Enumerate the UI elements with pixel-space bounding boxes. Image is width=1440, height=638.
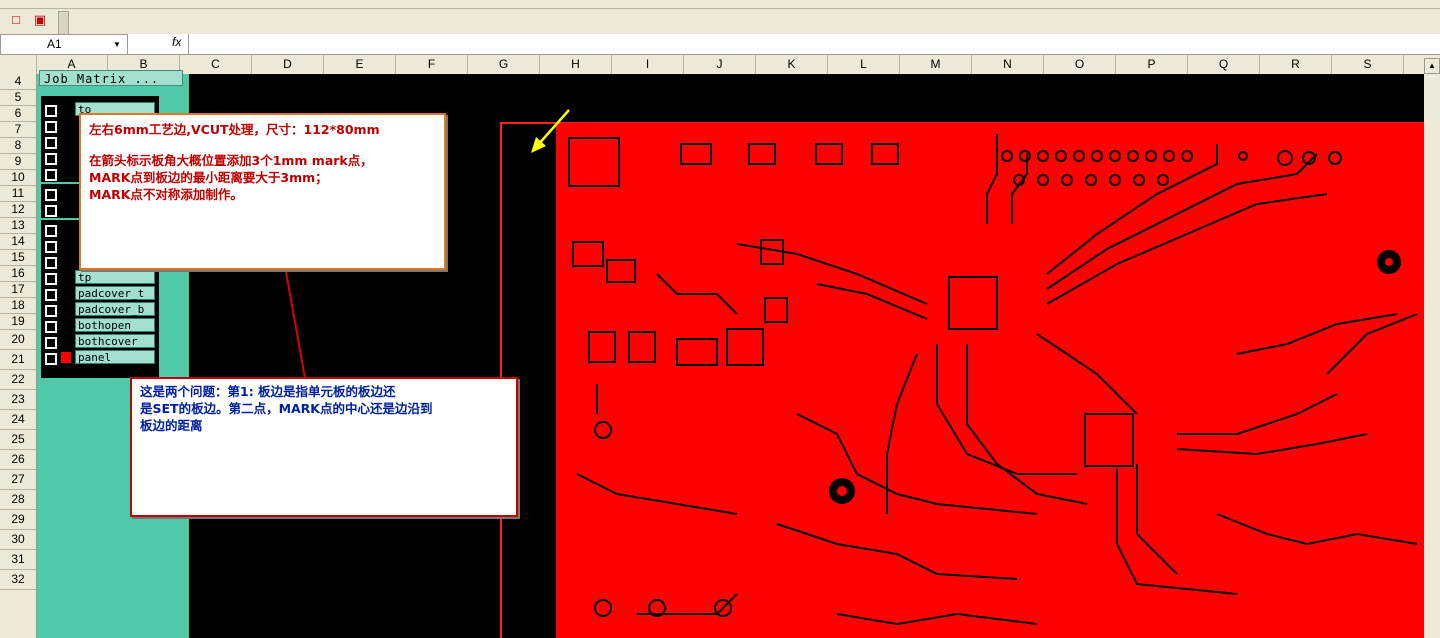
row-header-27[interactable]: 27 [0,470,36,490]
column-header-s[interactable]: S [1332,55,1404,74]
row-header-32[interactable]: 32 [0,570,36,590]
note-line: 左右6mm工艺边,VCUT处理，尺寸：112*80mm [89,122,380,137]
column-header-q[interactable]: Q [1188,55,1260,74]
pdf-icon[interactable]: □ [8,12,24,28]
row-header-21[interactable]: 21 [0,350,36,370]
note-line: 是SET的板边。第二点，MARK点的中心还是边沿到 [140,401,433,416]
vertical-scrollbar[interactable] [1424,74,1440,638]
note-line: MARK点不对称添加制作。 [89,187,243,202]
column-header-p[interactable]: P [1116,55,1188,74]
red-arrow [278,258,306,379]
column-header-k[interactable]: K [756,55,828,74]
row-header-18[interactable]: 18 [0,298,36,314]
column-header-c[interactable]: C [180,55,252,74]
row-header-11[interactable]: 11 [0,186,36,202]
note-line: 板边的距离 [140,418,203,433]
scroll-up-button[interactable]: ▲ [1424,58,1440,74]
select-all-corner[interactable] [0,55,37,74]
column-header-g[interactable]: G [468,55,540,74]
row-header-30[interactable]: 30 [0,530,36,550]
function-icon[interactable]: fx [172,35,181,49]
top-toolbar-strip [0,0,1440,9]
row-header-6[interactable]: 6 [0,106,36,122]
row-headers: 4 5 6 7 8 9 10 11 12 13 14 15 16 17 18 19 20 21 22 23 24 25 26… [0,74,37,638]
column-header-i[interactable]: I [612,55,684,74]
row-header-8[interactable]: 8 [0,138,36,154]
row-header-17[interactable]: 17 [0,282,36,298]
row-header-28[interactable]: 28 [0,490,36,510]
note-line: 这是两个问题：第1: 板边是指单元板的板边还 [140,384,396,399]
row-header-15[interactable]: 15 [0,250,36,266]
row-header-16[interactable]: 16 [0,266,36,282]
note-callout-requirements: 左右6mm工艺边,VCUT处理，尺寸：112*80mm 在箭头标示板角大概位置添… [79,113,446,270]
toolbar-options-button[interactable] [58,11,69,35]
formula-divider [188,34,189,54]
row-header-10[interactable]: 10 [0,170,36,186]
secondary-toolbar: □ ▣ [0,9,1440,34]
column-header-l[interactable]: L [828,55,900,74]
row-header-19[interactable]: 19 [0,314,36,330]
row-header-29[interactable]: 29 [0,510,36,530]
row-header-25[interactable]: 25 [0,430,36,450]
row-header-31[interactable]: 31 [0,550,36,570]
formula-bar[interactable] [0,34,1440,55]
row-header-9[interactable]: 9 [0,154,36,170]
row-header-24[interactable]: 24 [0,410,36,430]
row-header-13[interactable]: 13 [0,218,36,234]
chevron-down-icon[interactable]: ▼ [113,35,121,54]
column-header-o[interactable]: O [1044,55,1116,74]
row-header-4[interactable]: 4 [0,74,36,90]
row-header-26[interactable]: 26 [0,450,36,470]
column-header-j[interactable]: J [684,55,756,74]
row-header-7[interactable]: 7 [0,122,36,138]
name-box-value: A1 [47,37,62,51]
column-header-r[interactable]: R [1260,55,1332,74]
pdf-annotate-icon[interactable]: ▣ [32,12,48,28]
note-callout-questions: 这是两个问题：第1: 板边是指单元板的板边还 是SET的板边。第二点，MARK点… [130,377,518,517]
column-header-e[interactable]: E [324,55,396,74]
note-line: 在箭头标示板角大概位置添加3个1mm mark点， [89,153,373,168]
name-box[interactable]: A1 ▼ [0,34,128,55]
column-headers: ABCDEFGHIJKLMNOPQRS [0,55,1440,75]
column-header-m[interactable]: M [900,55,972,74]
column-header-h[interactable]: H [540,55,612,74]
note-line: MARK点到板边的最小距离要大于3mm； [89,170,328,185]
column-header-f[interactable]: F [396,55,468,74]
row-header-5[interactable]: 5 [0,90,36,106]
row-header-22[interactable]: 22 [0,370,36,390]
row-header-20[interactable]: 20 [0,330,36,350]
column-header-n[interactable]: N [972,55,1044,74]
column-header-d[interactable]: D [252,55,324,74]
row-header-12[interactable]: 12 [0,202,36,218]
row-header-23[interactable]: 23 [0,390,36,410]
row-header-14[interactable]: 14 [0,234,36,250]
pcb-board [556,123,1424,638]
